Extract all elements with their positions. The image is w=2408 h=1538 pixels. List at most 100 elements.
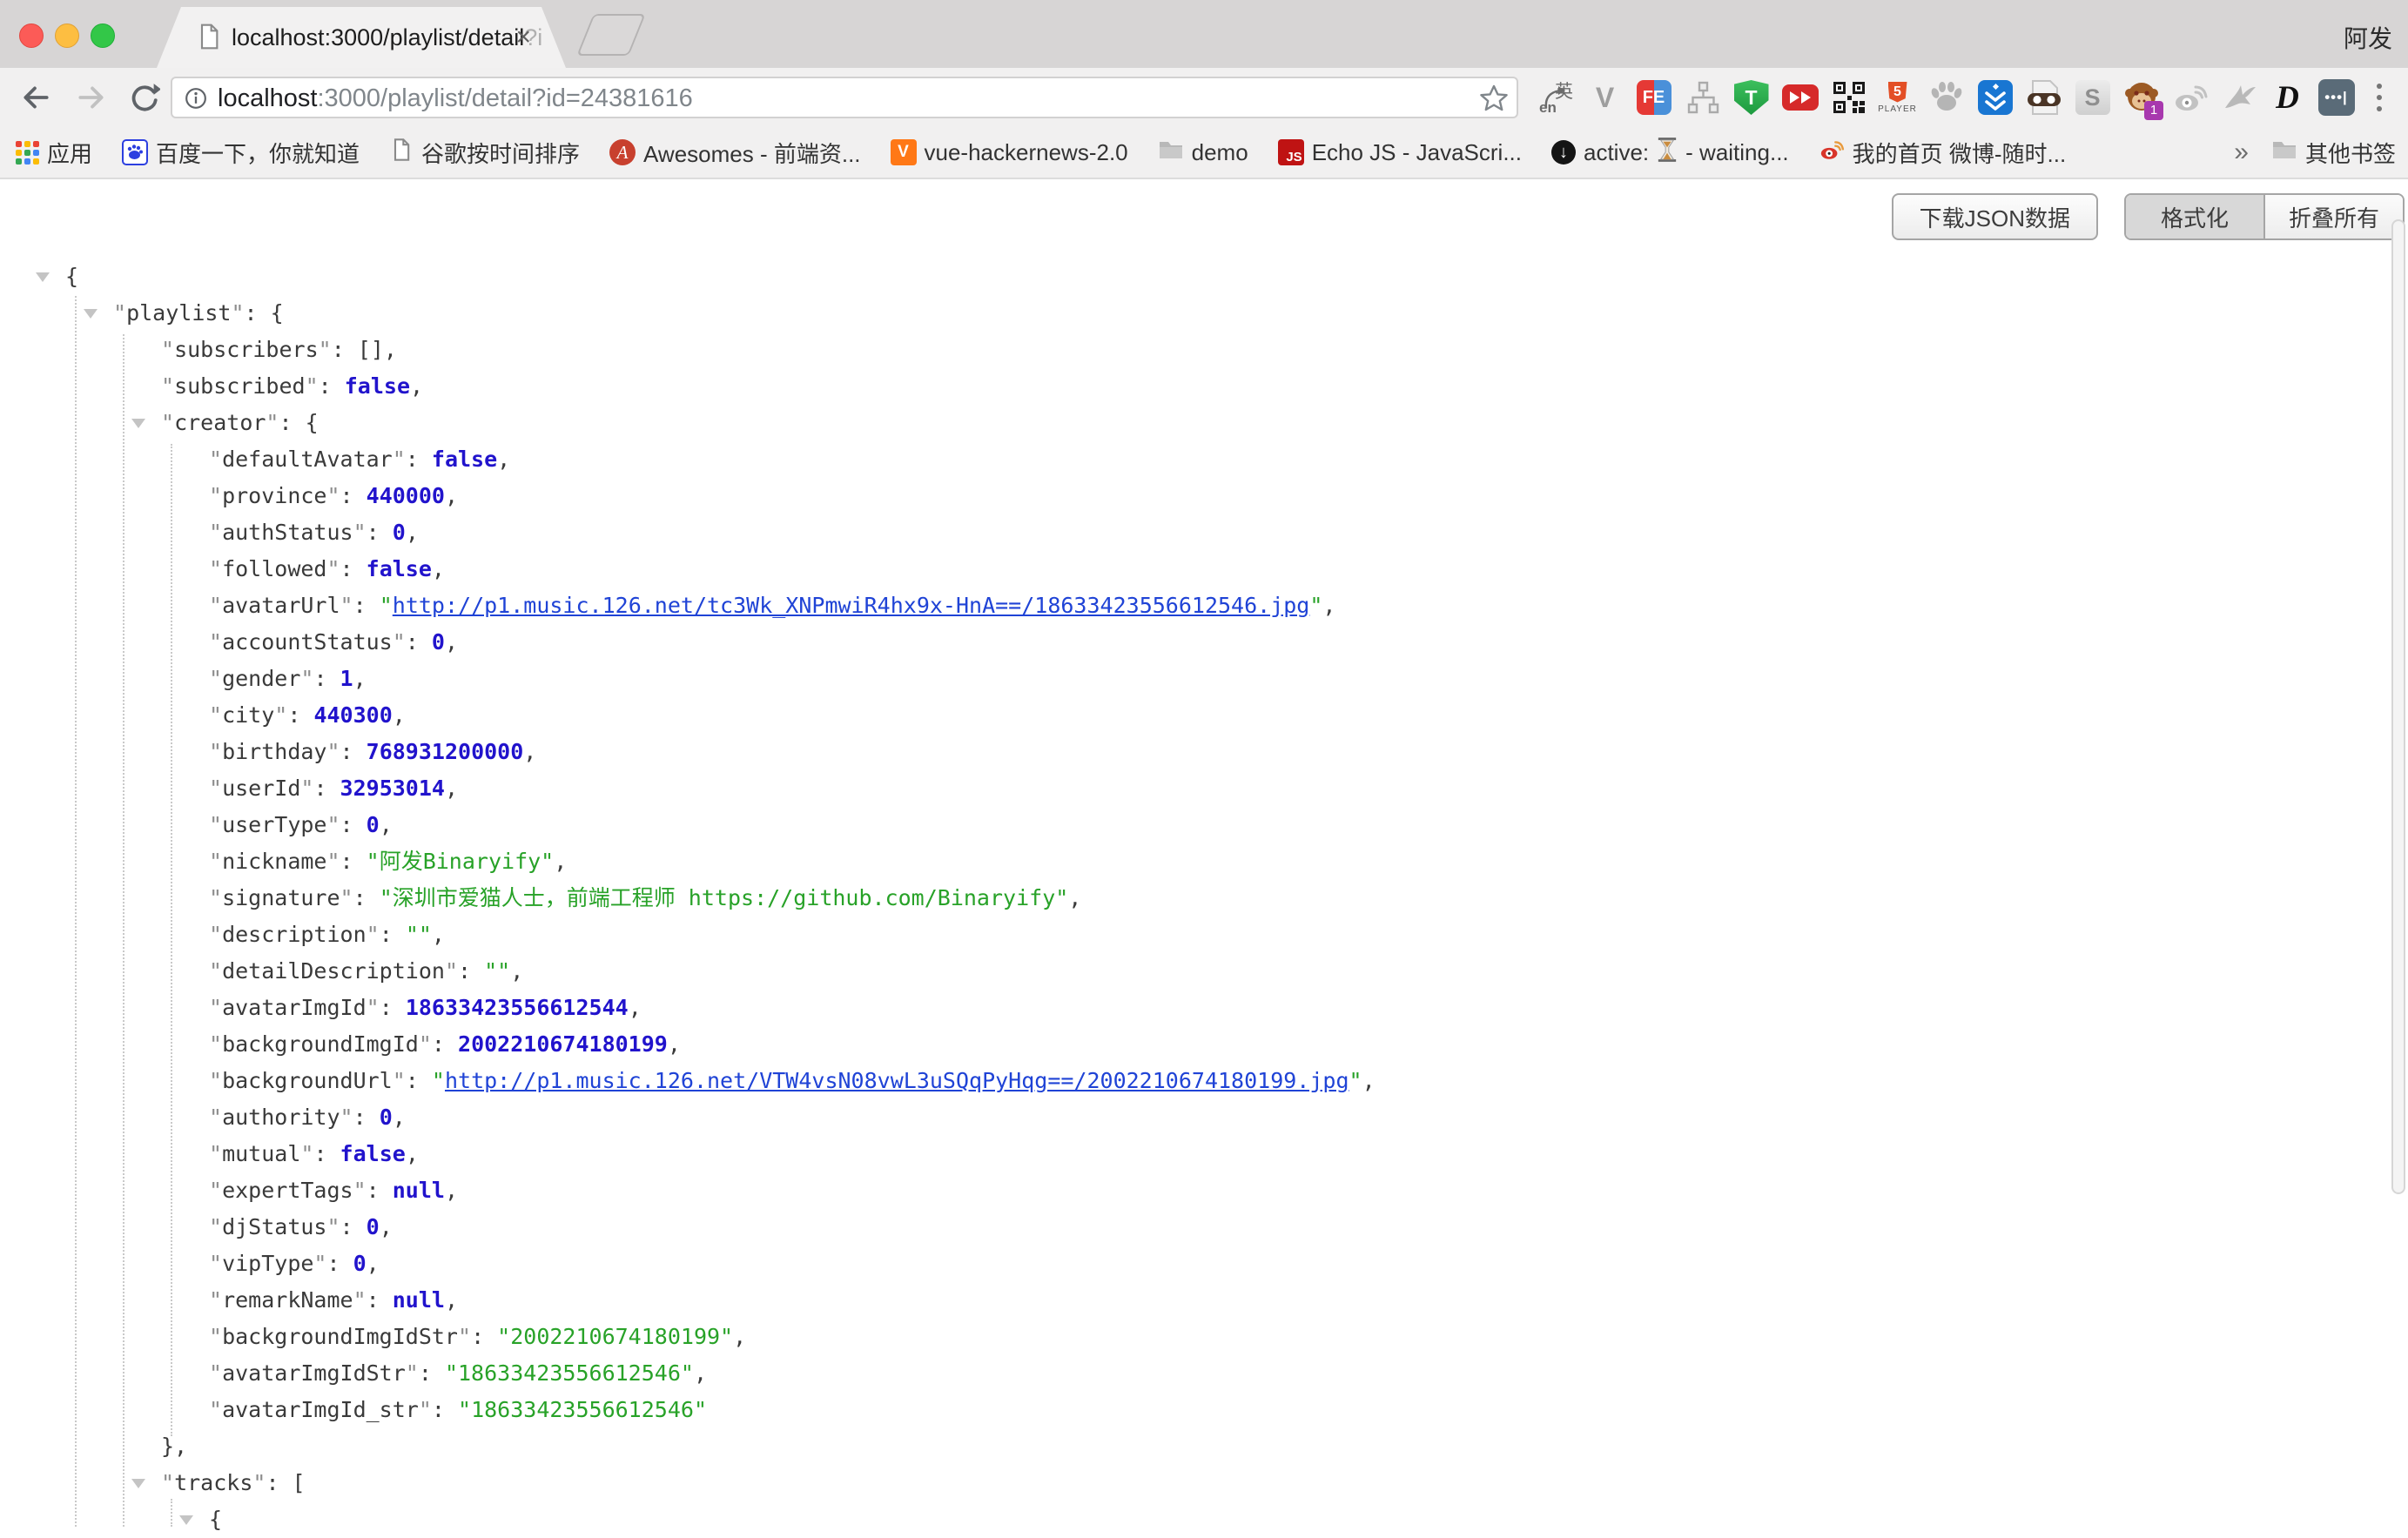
json-quote: " <box>306 373 319 399</box>
json-punctuation: , <box>554 849 567 874</box>
json-quote: " <box>231 300 244 326</box>
json-punctuation: }, <box>161 1434 187 1459</box>
json-line: "expertTags": null, <box>0 1172 2408 1209</box>
zoom-window-button[interactable] <box>91 24 115 48</box>
sitemap-extension-icon[interactable] <box>1684 79 1721 117</box>
address-bar[interactable]: localhost:3000/playlist/detail?id=243816… <box>171 77 1518 118</box>
download-json-button[interactable]: 下载JSON数据 <box>1892 193 2098 240</box>
json-quote: " <box>209 1141 222 1166</box>
new-tab-button[interactable] <box>576 14 645 56</box>
json-quote: " <box>209 1214 222 1239</box>
json-key: province <box>222 483 326 508</box>
json-url-link[interactable]: http://p1.music.126.net/VTW4vsN08vwL3uSQ… <box>445 1068 1349 1093</box>
page-icon <box>389 138 414 168</box>
video-fastforward-extension-icon[interactable] <box>1781 79 1819 117</box>
bookmark-active-waiting[interactable]: ↓ active: - waiting... <box>1551 137 1789 169</box>
back-button[interactable] <box>19 81 52 118</box>
bookmark-star-icon[interactable] <box>1478 83 1510 118</box>
json-string: "阿发Binaryify" <box>367 849 555 874</box>
collapse-toggle-icon[interactable] <box>36 272 50 282</box>
batch-download-extension-icon[interactable] <box>1976 79 2014 117</box>
json-punctuation: : { <box>279 410 318 435</box>
bookmark-awesomes[interactable]: A Awesomes - 前端资... <box>609 137 860 169</box>
json-line: "djStatus": 0, <box>0 1209 2408 1246</box>
collapse-toggle-icon[interactable] <box>179 1515 193 1525</box>
session-s-extension-icon[interactable]: S <box>2074 79 2111 117</box>
fe-extension-icon[interactable]: FE <box>1635 79 1672 117</box>
json-quote: " <box>274 702 287 728</box>
translate-extension-icon[interactable]: 英en <box>1537 79 1575 117</box>
bookmark-google-sorted[interactable]: 谷歌按时间排序 <box>389 137 580 169</box>
json-punctuation: , <box>432 922 445 947</box>
collapse-all-button[interactable]: 折叠所有 <box>2265 195 2403 238</box>
tampermonkey-beta-shield-extension-icon[interactable]: T <box>1732 79 1770 117</box>
json-punctuation: : <box>353 885 380 910</box>
json-number: 0 <box>367 1214 380 1239</box>
vimium-extension-icon[interactable]: V <box>1586 79 1624 117</box>
json-punctuation: : [ <box>266 1470 305 1495</box>
reload-button[interactable] <box>127 81 160 118</box>
forward-button[interactable] <box>75 81 108 118</box>
qrcode-extension-icon[interactable] <box>1830 79 1867 117</box>
html5-player-extension-icon[interactable]: 5 PLAYER <box>1879 79 1916 117</box>
paw-extension-icon[interactable] <box>1927 79 1965 117</box>
page-info-icon[interactable] <box>183 85 209 116</box>
bookmark-demo-folder[interactable]: demo <box>1158 138 1248 167</box>
json-punctuation: , <box>1362 1068 1376 1093</box>
json-quote: " <box>340 593 353 618</box>
browser-menu-icon[interactable] <box>2366 79 2392 117</box>
json-tree: {"playlist": {"subscribers": [],"subscri… <box>0 259 2408 1538</box>
bookmark-apps[interactable]: 应用 <box>16 137 92 169</box>
bookmark-weibo-home[interactable]: 我的首页 微博-随时... <box>1819 137 2067 169</box>
json-punctuation: , <box>733 1324 746 1349</box>
bird-extension-icon[interactable] <box>2220 79 2257 117</box>
bookmarks-overflow-icon[interactable]: » <box>2234 138 2249 167</box>
bookmark-label: 谷歌按时间排序 <box>421 137 580 169</box>
json-punctuation: , <box>380 812 393 837</box>
json-quote: " <box>340 885 353 910</box>
json-number: 0 <box>393 520 406 545</box>
json-quote: " <box>1309 593 1322 618</box>
browser-tab[interactable]: localhost:3000/playlist/detail?i × <box>157 7 566 68</box>
tampermonkey-monkey-extension-icon[interactable]: 1 <box>2122 79 2160 117</box>
json-quote: " <box>209 1105 222 1130</box>
json-punctuation: : <box>340 483 367 508</box>
password-manager-extension-icon[interactable]: •••| <box>2317 79 2355 117</box>
format-button[interactable]: 格式化 <box>2126 195 2265 238</box>
json-line: { <box>0 1501 2408 1538</box>
json-line: "avatarImgId": 18633423556612544, <box>0 990 2408 1026</box>
json-quote: " <box>419 1397 432 1422</box>
bookmark-other-folder[interactable]: 其他书签 <box>2271 137 2396 169</box>
json-key: signature <box>222 885 340 910</box>
minimize-window-button[interactable] <box>55 24 79 48</box>
bookmark-baidu[interactable]: 百度一下，你就知道 <box>122 137 360 169</box>
json-quote: " <box>209 776 222 801</box>
weibo-extension-icon[interactable] <box>2171 79 2209 117</box>
json-punctuation: , <box>1068 885 1081 910</box>
darkreader-extension-icon[interactable]: D <box>2269 79 2306 117</box>
json-punctuation: : <box>340 556 367 581</box>
json-punctuation: , <box>410 373 423 399</box>
vue-icon: V <box>891 139 917 165</box>
json-string: "" <box>484 958 510 984</box>
chrome-profile-name[interactable]: 阿发 <box>2344 20 2392 55</box>
json-punctuation: : <box>319 373 345 399</box>
json-punctuation: : <box>406 629 432 655</box>
json-url-link[interactable]: http://p1.music.126.net/tc3Wk_XNPmwiR4hx… <box>393 593 1310 618</box>
tab-close-icon[interactable]: × <box>515 22 531 53</box>
json-keyword: false <box>367 556 432 581</box>
collapse-toggle-icon[interactable] <box>131 419 145 428</box>
scrollbar-thumb[interactable] <box>2391 219 2405 1194</box>
json-quote: " <box>209 812 222 837</box>
collapse-toggle-icon[interactable] <box>84 309 98 319</box>
bookmark-echojs[interactable]: JS Echo JS - JavaScri... <box>1278 139 1522 166</box>
collapse-toggle-icon[interactable] <box>131 1479 145 1488</box>
close-window-button[interactable] <box>19 24 44 48</box>
json-quote: " <box>266 410 279 435</box>
incognito-mask-extension-icon[interactable] <box>2025 79 2062 117</box>
json-quote: " <box>340 1105 353 1130</box>
json-line: "signature": "深圳市爱猫人士，前端工程师 https://gith… <box>0 880 2408 917</box>
download-circle-icon: ↓ <box>1551 140 1576 165</box>
bookmark-vue-hackernews[interactable]: V vue-hackernews-2.0 <box>891 139 1128 166</box>
json-quote: " <box>161 1470 174 1495</box>
